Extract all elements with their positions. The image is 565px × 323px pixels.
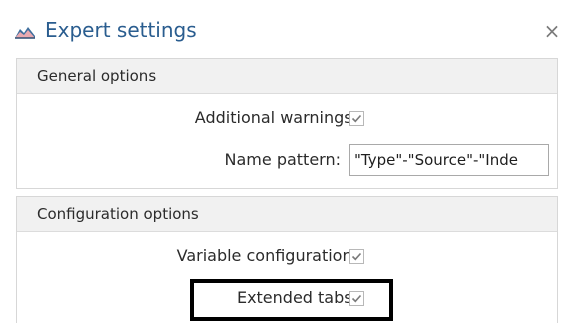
additional-warnings-row: Additional warnings: [17,103,557,133]
close-icon[interactable]: × [539,18,565,44]
variable-configuration-checkbox[interactable] [349,249,364,264]
configuration-options-header: Configuration options [17,197,557,232]
name-pattern-row: Name pattern: "Type"-"Source"-"Inde [17,143,557,177]
variable-configuration-row: Variable configuration: [17,241,557,271]
expert-settings-dialog: Expert settings × General options Additi… [0,0,565,323]
general-options-header: General options [17,59,557,94]
dialog-title: Expert settings [45,18,197,42]
variable-configuration-label: Variable configuration: [176,246,358,265]
name-pattern-label: Name pattern: [224,150,341,169]
additional-warnings-checkbox[interactable] [349,111,364,126]
extended-tabs-highlight-box [190,279,393,321]
name-pattern-input[interactable]: "Type"-"Source"-"Inde [349,144,549,176]
general-options-group: General options Additional warnings: Nam… [16,58,558,189]
dialog-titlebar: Expert settings × [0,0,565,48]
additional-warnings-label: Additional warnings: [194,108,358,127]
chart-mountain-icon [14,22,36,40]
